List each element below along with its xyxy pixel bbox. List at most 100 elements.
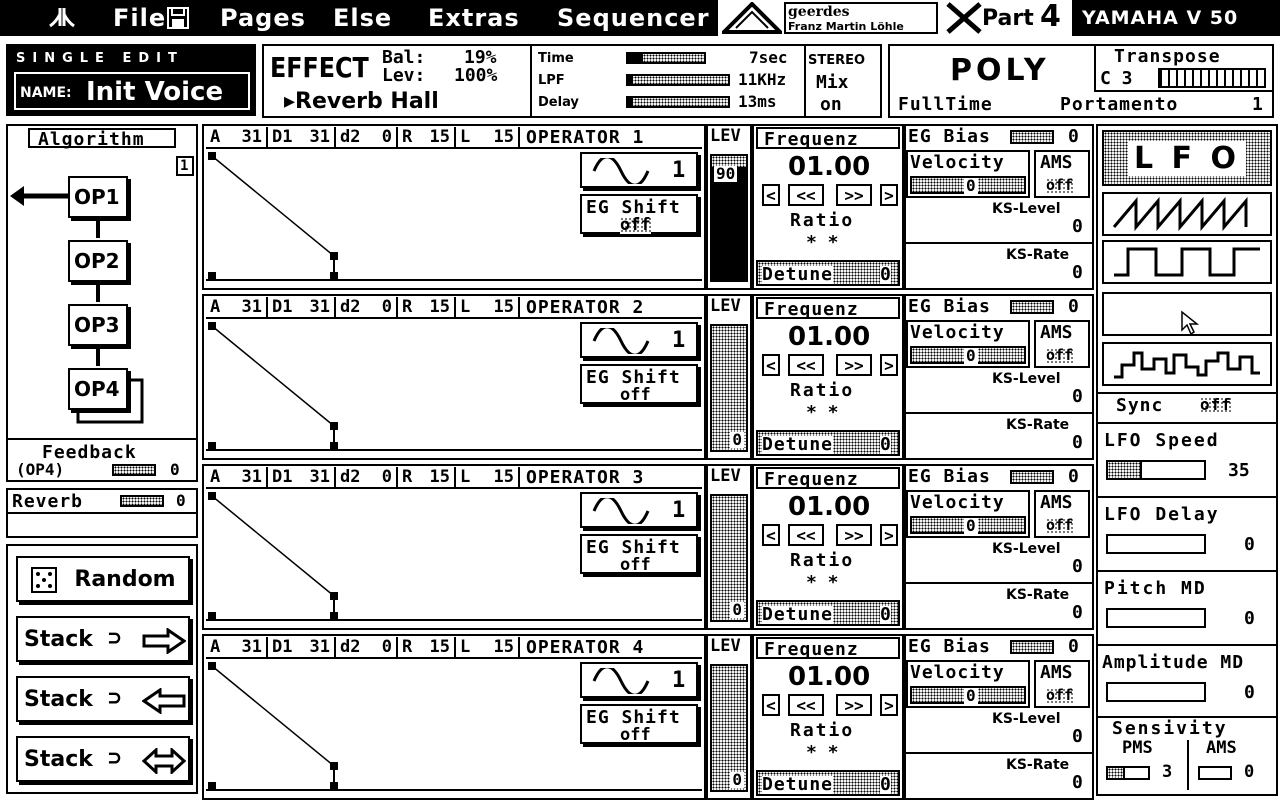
level-param[interactable]: L 15 — [456, 297, 520, 317]
waveform-select[interactable]: 1 — [580, 322, 698, 358]
frequency-value[interactable]: 01.00 — [788, 324, 870, 350]
lfo-delay-slider[interactable] — [1106, 534, 1206, 554]
eg-shift-button[interactable]: EG Shift off — [580, 364, 698, 404]
release-param[interactable]: R 15 — [398, 467, 456, 487]
decay1-param[interactable]: D1 31 — [268, 127, 336, 147]
eg-bias-slider[interactable] — [1010, 300, 1054, 314]
ks-level-value[interactable]: 0 — [1072, 218, 1083, 236]
frequency-inc-fine-button[interactable]: > — [880, 524, 898, 546]
frequency-dec-button[interactable]: << — [788, 184, 824, 206]
level-slider[interactable]: 90 — [710, 154, 748, 282]
menu-pages[interactable]: Pages — [220, 4, 306, 32]
decay2-param[interactable]: d2 0 — [336, 637, 398, 657]
frequency-inc-button[interactable]: >> — [836, 524, 872, 546]
eg-bias-slider[interactable] — [1010, 130, 1054, 144]
poly-mode[interactable]: POLY — [950, 56, 1050, 86]
detune-field[interactable]: Detune 0 — [756, 260, 900, 286]
ks-rate-value[interactable]: 0 — [1072, 604, 1083, 622]
effect-type[interactable]: ▸Reverb Hall — [284, 91, 439, 113]
eg-shift-button[interactable]: EG Shift off — [580, 534, 698, 574]
lfo-wave-saw[interactable] — [1102, 192, 1272, 236]
menu-else[interactable]: Else — [333, 4, 392, 32]
frequency-inc-button[interactable]: >> — [836, 184, 872, 206]
decay2-param[interactable]: d2 0 — [336, 467, 398, 487]
ks-level-value[interactable]: 0 — [1072, 728, 1083, 746]
frequency-value[interactable]: 01.00 — [788, 494, 870, 520]
attack-param[interactable]: A 31 — [206, 127, 268, 147]
menu-sequencer[interactable]: Sequencer — [557, 4, 710, 32]
part-number[interactable]: 4 — [1040, 2, 1061, 32]
frequency-dec-button[interactable]: << — [788, 524, 824, 546]
eg-shift-button[interactable]: EG Shift off — [580, 704, 698, 744]
level-slider[interactable]: 0 — [710, 494, 748, 622]
release-param[interactable]: R 15 — [398, 637, 456, 657]
velocity-slider[interactable]: 0 — [910, 176, 1026, 194]
ks-level-value[interactable]: 0 — [1072, 388, 1083, 406]
level-slider[interactable]: 0 — [710, 664, 748, 792]
detune-field[interactable]: Detune 0 — [756, 600, 900, 626]
lfo-wave-square[interactable] — [1102, 240, 1272, 284]
ams-toggle[interactable]: AMS off — [1034, 490, 1090, 538]
eg-bias-slider[interactable] — [1010, 640, 1054, 654]
velocity-slider[interactable]: 0 — [910, 516, 1026, 534]
sync-value[interactable]: off — [1200, 397, 1232, 413]
ams-toggle[interactable]: AMS off — [1034, 320, 1090, 368]
voice-name-field[interactable]: NAME: Init Voice — [14, 72, 250, 110]
level-slider[interactable]: 0 — [710, 324, 748, 452]
waveform-select[interactable]: 1 — [580, 662, 698, 698]
decay1-param[interactable]: D1 31 — [268, 637, 336, 657]
frequency-value[interactable]: 01.00 — [788, 664, 870, 690]
frequency-dec-button[interactable]: << — [788, 354, 824, 376]
ks-rate-value[interactable]: 0 — [1072, 434, 1083, 452]
decay1-param[interactable]: D1 31 — [268, 297, 336, 317]
poly-time[interactable]: FullTime — [898, 96, 993, 114]
attack-param[interactable]: A 31 — [206, 637, 268, 657]
eg-bias-slider[interactable] — [1010, 470, 1054, 484]
frequency-inc-fine-button[interactable]: > — [880, 694, 898, 716]
mix-value[interactable]: on — [820, 96, 842, 114]
ams-slider[interactable] — [1198, 766, 1232, 780]
decay1-param[interactable]: D1 31 — [268, 467, 336, 487]
lpf-slider[interactable] — [626, 74, 730, 86]
frequency-dec-fine-button[interactable]: < — [762, 524, 780, 546]
frequency-inc-fine-button[interactable]: > — [880, 184, 898, 206]
effect-lev-value[interactable]: 100% — [454, 67, 497, 85]
frequency-inc-button[interactable]: >> — [836, 694, 872, 716]
lfo-speed-slider[interactable] — [1106, 460, 1206, 480]
frequency-inc-button[interactable]: >> — [836, 354, 872, 376]
ks-rate-value[interactable]: 0 — [1072, 774, 1083, 792]
level-param[interactable]: L 15 — [456, 127, 520, 147]
ks-level-value[interactable]: 0 — [1072, 558, 1083, 576]
attack-param[interactable]: A 31 — [206, 297, 268, 317]
time-slider[interactable] — [626, 52, 706, 64]
velocity-slider[interactable]: 0 — [910, 686, 1026, 704]
pitch-md-slider[interactable] — [1106, 608, 1206, 628]
lfo-wave-triangle-selected[interactable] — [1102, 292, 1272, 336]
menu-file[interactable]: File — [113, 4, 166, 32]
velocity-slider[interactable]: 0 — [910, 346, 1026, 364]
frequency-dec-fine-button[interactable]: < — [762, 184, 780, 206]
attack-param[interactable]: A 31 — [206, 467, 268, 487]
decay2-param[interactable]: d2 0 — [336, 297, 398, 317]
amplitude-md-slider[interactable] — [1106, 682, 1206, 702]
release-param[interactable]: R 15 — [398, 297, 456, 317]
waveform-select[interactable]: 1 — [580, 492, 698, 528]
keyboard-icon[interactable] — [1158, 68, 1266, 88]
eg-shift-button[interactable]: EG Shift off — [580, 194, 698, 234]
waveform-select[interactable]: 1 — [580, 152, 698, 188]
level-param[interactable]: L 15 — [456, 637, 520, 657]
frequency-inc-fine-button[interactable]: > — [880, 354, 898, 376]
ks-rate-value[interactable]: 0 — [1072, 264, 1083, 282]
detune-field[interactable]: Detune 0 — [756, 430, 900, 456]
transpose-box[interactable]: Transpose C 3 — [1094, 44, 1274, 92]
ams-toggle[interactable]: AMS off — [1034, 660, 1090, 708]
lfo-wave-sample-hold[interactable] — [1102, 342, 1272, 386]
frequency-dec-fine-button[interactable]: < — [762, 694, 780, 716]
detune-field[interactable]: Detune 0 — [756, 770, 900, 796]
pms-slider[interactable] — [1106, 766, 1150, 780]
delay-slider[interactable] — [626, 96, 730, 108]
frequency-dec-fine-button[interactable]: < — [762, 354, 780, 376]
frequency-dec-button[interactable]: << — [788, 694, 824, 716]
decay2-param[interactable]: d2 0 — [336, 127, 398, 147]
portamento-value[interactable]: 1 — [1252, 96, 1263, 114]
